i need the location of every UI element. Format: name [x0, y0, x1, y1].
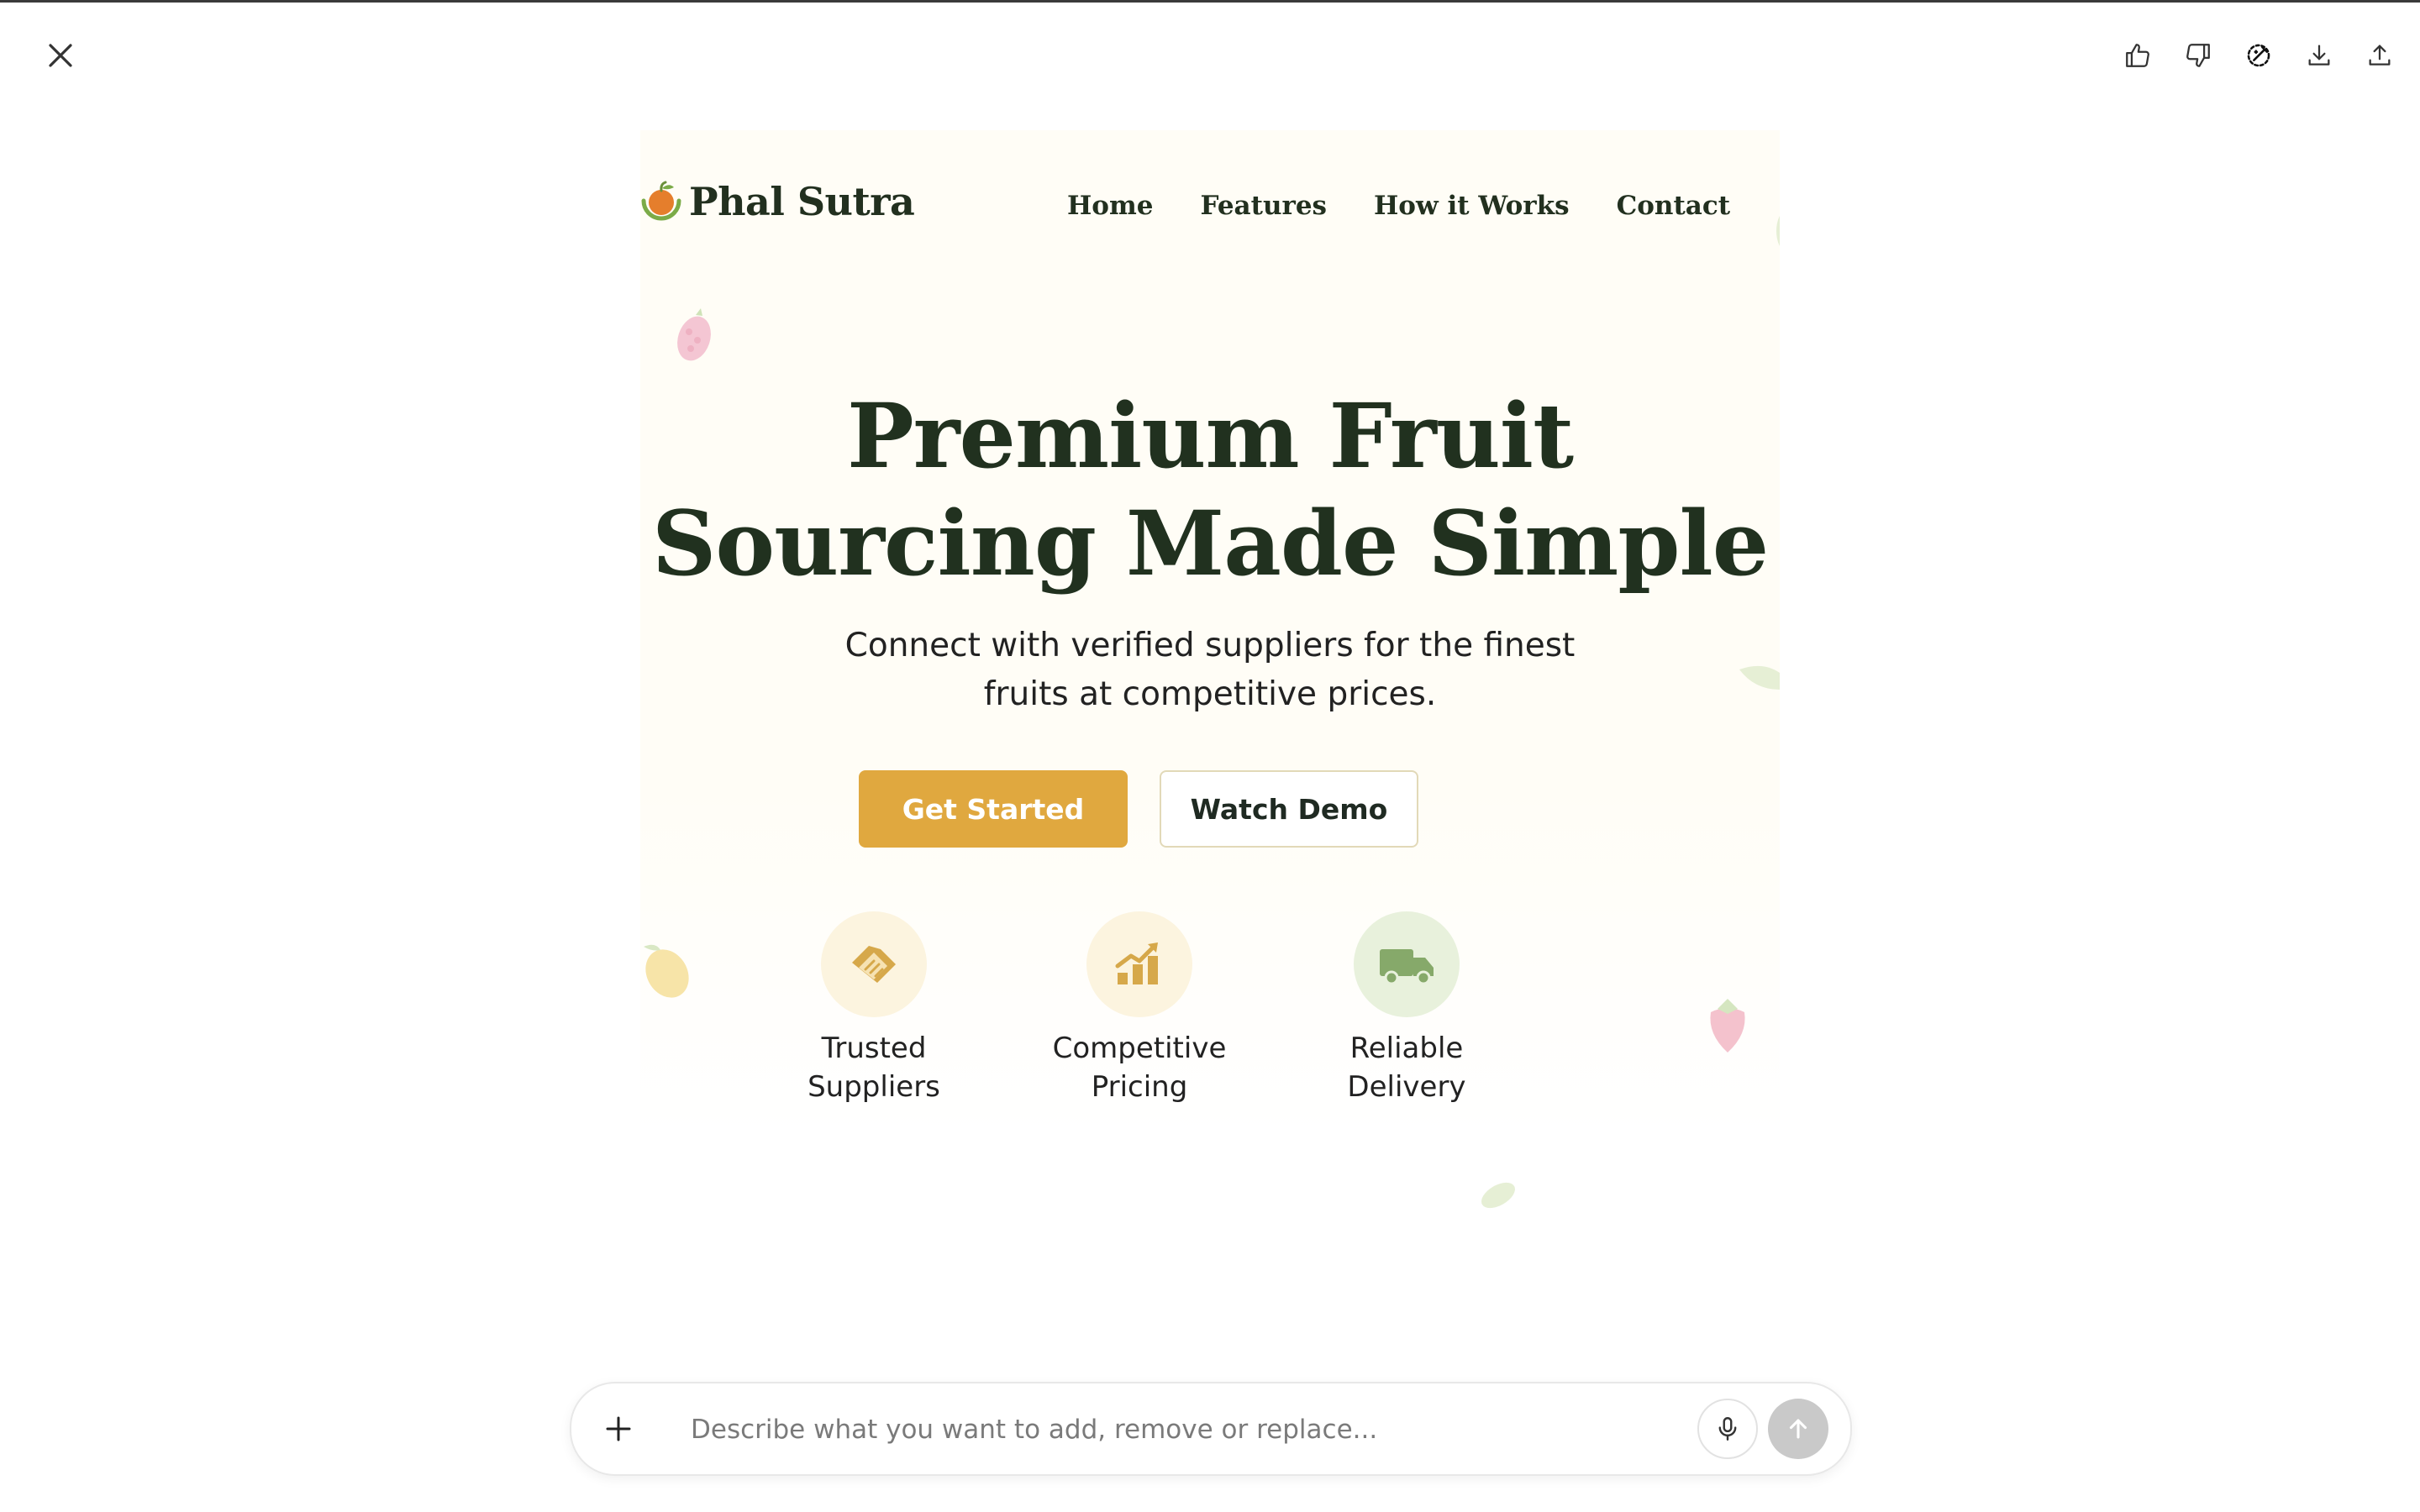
hero-subtitle-line: Connect with verified suppliers for the … [844, 627, 1576, 664]
edit-magic-icon [2247, 44, 2270, 67]
watch-demo-button[interactable]: Watch Demo [1160, 770, 1418, 848]
delivery-truck-icon [1380, 949, 1434, 985]
hero-title: Premium Fruit Sourcing Made Simple [640, 382, 1780, 597]
voice-input-button[interactable] [1697, 1399, 1758, 1459]
feature-label-line: Reliable [1349, 1032, 1464, 1065]
thumbs-up-icon [2126, 44, 2149, 67]
dislike-button[interactable] [2175, 32, 2222, 79]
raspberry-decoration-icon [677, 308, 711, 361]
hero-subtitle: Connect with verified suppliers for the … [640, 622, 1780, 719]
leaf-decoration-icon [1481, 1182, 1515, 1209]
feature-trusted-suppliers: Trusted Suppliers [765, 911, 983, 1106]
prompt-input[interactable] [689, 1402, 1634, 1457]
feature-label-line: Pricing [1091, 1070, 1188, 1104]
feature-label-line: Suppliers [808, 1070, 940, 1104]
arrow-up-icon [1789, 1419, 1807, 1439]
nav-link-how-it-works[interactable]: How it Works [1374, 191, 1570, 221]
strawberry-decoration-icon [1710, 999, 1745, 1053]
share-upload-icon [2369, 45, 2391, 66]
mango-decoration-icon [644, 944, 689, 998]
share-button[interactable] [2356, 32, 2403, 79]
hero-title-line: Sourcing Made Simple [651, 491, 1769, 596]
nav-link-contact[interactable]: Contact [1617, 191, 1731, 221]
main-nav: Home Features How it Works Contact [1067, 191, 1730, 221]
top-toolbar [2114, 32, 2403, 79]
nav-link-home[interactable]: Home [1067, 191, 1154, 221]
feature-icon-circle [1086, 911, 1192, 1017]
brand-name: Phal Sutra [689, 179, 915, 224]
close-button[interactable] [40, 35, 81, 76]
feature-competitive-pricing: Competitive Pricing [1030, 911, 1249, 1106]
nav-link-features[interactable]: Features [1201, 191, 1328, 221]
website-preview: Phal Sutra Home Features How it Works Co… [640, 130, 1780, 1247]
fruit-logo-icon [641, 181, 681, 221]
hero-subtitle-line: fruits at competitive prices. [983, 675, 1437, 713]
feature-icon-circle [821, 911, 927, 1017]
handshake-icon [852, 946, 896, 983]
add-attachment-button[interactable] [597, 1407, 640, 1451]
like-button[interactable] [2114, 32, 2161, 79]
hero-title-line: Premium Fruit [846, 383, 1574, 488]
leaf-decoration-icon [1776, 216, 1780, 246]
download-icon [2308, 45, 2330, 66]
microphone-icon [1718, 1417, 1737, 1441]
edit-button[interactable] [2235, 32, 2282, 79]
feature-icon-circle [1354, 911, 1460, 1017]
feature-label-line: Trusted [821, 1032, 927, 1065]
download-button[interactable] [2296, 32, 2343, 79]
brand-logo[interactable]: Phal Sutra [640, 179, 915, 224]
close-icon [49, 44, 72, 67]
feature-label: Competitive Pricing [1030, 1029, 1249, 1106]
feature-reliable-delivery: Reliable Delivery [1297, 911, 1516, 1106]
window-top-border [0, 0, 2420, 3]
feature-label: Trusted Suppliers [765, 1029, 983, 1106]
send-button[interactable] [1768, 1399, 1828, 1459]
feature-label: Reliable Delivery [1297, 1029, 1516, 1106]
pricing-chart-icon [1115, 942, 1158, 984]
plus-icon [606, 1416, 631, 1441]
feature-label-line: Delivery [1347, 1070, 1466, 1104]
feature-label-line: Competitive [1052, 1032, 1227, 1065]
prompt-bar [570, 1382, 1852, 1476]
thumbs-down-icon [2186, 44, 2210, 67]
get-started-button[interactable]: Get Started [859, 770, 1128, 848]
